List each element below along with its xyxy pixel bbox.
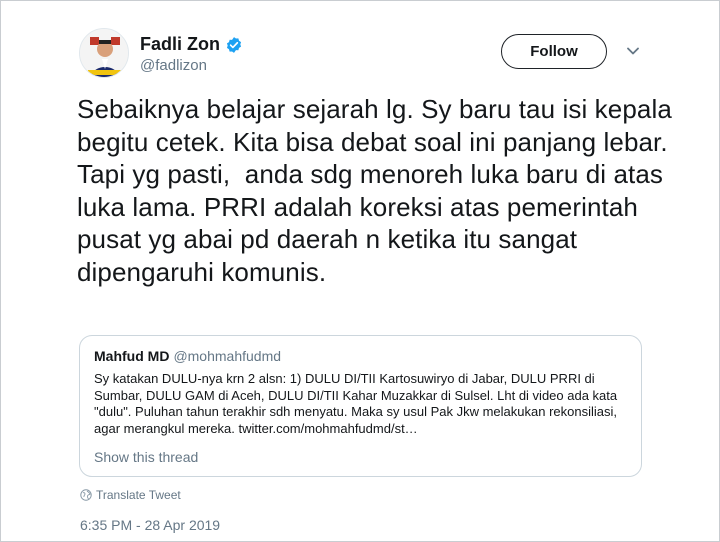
author-avatar[interactable] — [79, 28, 129, 78]
chevron-down-icon[interactable] — [625, 43, 641, 59]
verified-badge-icon — [225, 36, 243, 54]
quoted-tweet-header: Mahfud MD @mohmahfudmd — [94, 348, 281, 364]
quoted-author-name: Mahfud MD — [94, 348, 170, 364]
follow-button[interactable]: Follow — [501, 34, 607, 69]
tweet-text: Sebaiknya belajar sejarah lg. Sy baru ta… — [77, 94, 680, 287]
tweet-card: Fadli Zon @fadlizon Follow Sebaiknya bel… — [0, 0, 720, 542]
show-thread-link[interactable]: Show this thread — [94, 449, 198, 465]
translate-tweet-label: Translate Tweet — [96, 488, 181, 502]
quoted-tweet-text: Sy katakan DULU-nya krn 2 alsn: 1) DULU … — [94, 371, 618, 436]
translate-tweet-link[interactable]: Translate Tweet — [80, 488, 181, 502]
quoted-author-handle: @mohmahfudmd — [173, 348, 282, 364]
author-name-line: Fadli Zon — [140, 34, 243, 55]
author-display-name[interactable]: Fadli Zon — [140, 34, 220, 55]
author-handle[interactable]: @fadlizon — [140, 57, 207, 74]
tweet-timestamp[interactable]: 6:35 PM - 28 Apr 2019 — [80, 517, 220, 533]
avatar-photo — [80, 29, 128, 77]
globe-icon — [80, 489, 92, 501]
quoted-tweet[interactable]: Mahfud MD @mohmahfudmd Sy katakan DULU-ny… — [79, 335, 642, 477]
